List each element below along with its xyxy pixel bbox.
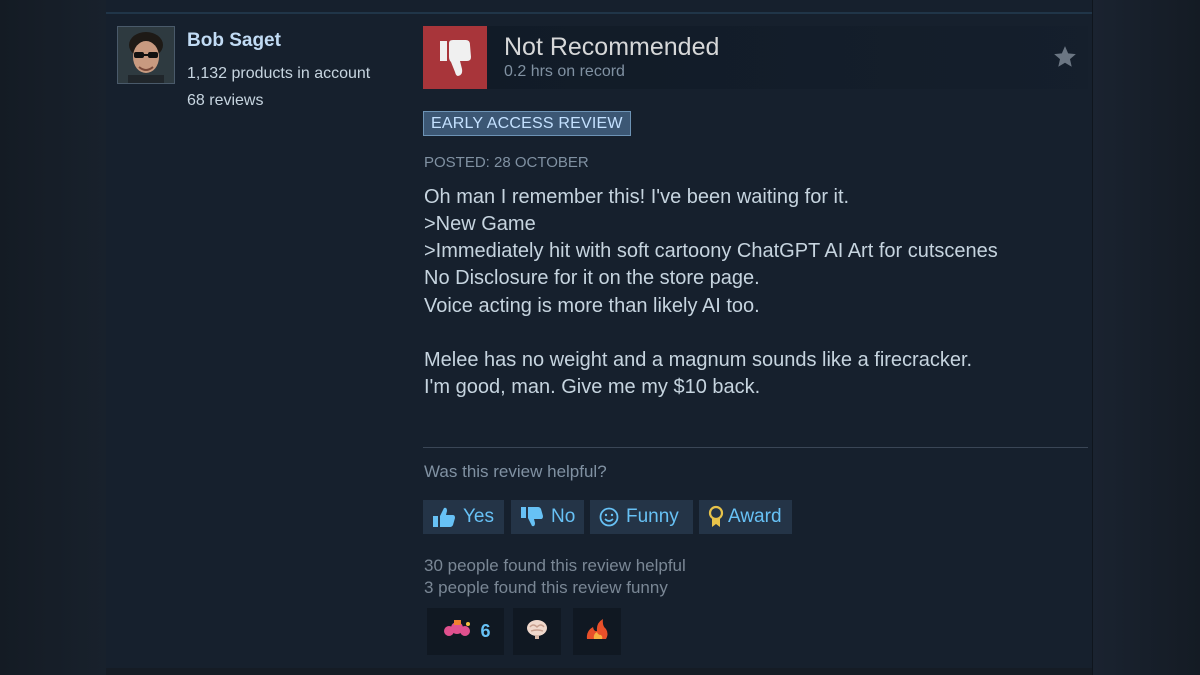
page-background-right	[1092, 0, 1200, 675]
award-chip[interactable]	[573, 608, 621, 655]
helpful-count: 30 people found this review helpful	[424, 556, 686, 575]
author-reviews[interactable]: 68 reviews	[187, 92, 263, 110]
wholesome-award-icon	[440, 616, 474, 647]
early-access-badge: EARLY ACCESS REVIEW	[423, 111, 631, 136]
thumbs-up-icon	[431, 505, 457, 529]
award-chip[interactable]	[513, 608, 561, 655]
review-text-line: I'm good, man. Give me my $10 back.	[424, 376, 761, 398]
funny-count: 3 people found this review funny	[424, 578, 668, 597]
panel-right-border	[1092, 0, 1093, 675]
verdict-title[interactable]: Not Recommended	[504, 33, 719, 62]
review-text-line: >New Game	[424, 213, 536, 235]
author-products[interactable]: 1,132 products in account	[187, 65, 370, 83]
vote-yes-label: Yes	[463, 506, 494, 527]
review-footer-divider	[423, 447, 1088, 448]
page-background-left	[0, 0, 106, 675]
vote-no-button[interactable]: No	[511, 500, 584, 534]
brain-award-icon	[524, 618, 550, 645]
smiley-icon	[598, 506, 620, 528]
thumbs-down-icon	[423, 26, 487, 89]
thumbs-down-icon	[519, 505, 545, 529]
award-button[interactable]: Award	[699, 500, 792, 534]
vote-yes-button[interactable]: Yes	[423, 500, 504, 534]
avatar-image	[118, 27, 174, 83]
panel-top-divider	[106, 12, 1092, 14]
vote-funny-button[interactable]: Funny	[590, 500, 693, 534]
award-chip[interactable]: 6	[427, 608, 504, 655]
star-icon[interactable]	[1052, 44, 1078, 70]
posted-date: POSTED: 28 OCTOBER	[424, 154, 589, 171]
fire-award-icon	[584, 617, 610, 646]
review-text-line: >Immediately hit with soft cartoony Chat…	[424, 240, 998, 262]
avatar[interactable]	[117, 26, 175, 84]
hours-on-record: 0.2 hrs on record	[504, 63, 625, 80]
award-ribbon-icon	[707, 505, 725, 529]
review-text-line: Voice acting is more than likely AI too.	[424, 295, 760, 317]
review-text-line: Melee has no weight and a magnum sounds …	[424, 349, 973, 371]
award-label: Award	[728, 506, 782, 527]
vote-funny-label: Funny	[626, 506, 679, 527]
award-count: 6	[480, 621, 491, 641]
helpful-question: Was this review helpful?	[424, 462, 607, 481]
vote-no-label: No	[551, 506, 576, 527]
review-text-line: Oh man I remember this! I've been waitin…	[424, 186, 850, 208]
review-text-line: No Disclosure for it on the store page.	[424, 267, 760, 289]
author-name[interactable]: Bob Saget	[187, 30, 281, 52]
